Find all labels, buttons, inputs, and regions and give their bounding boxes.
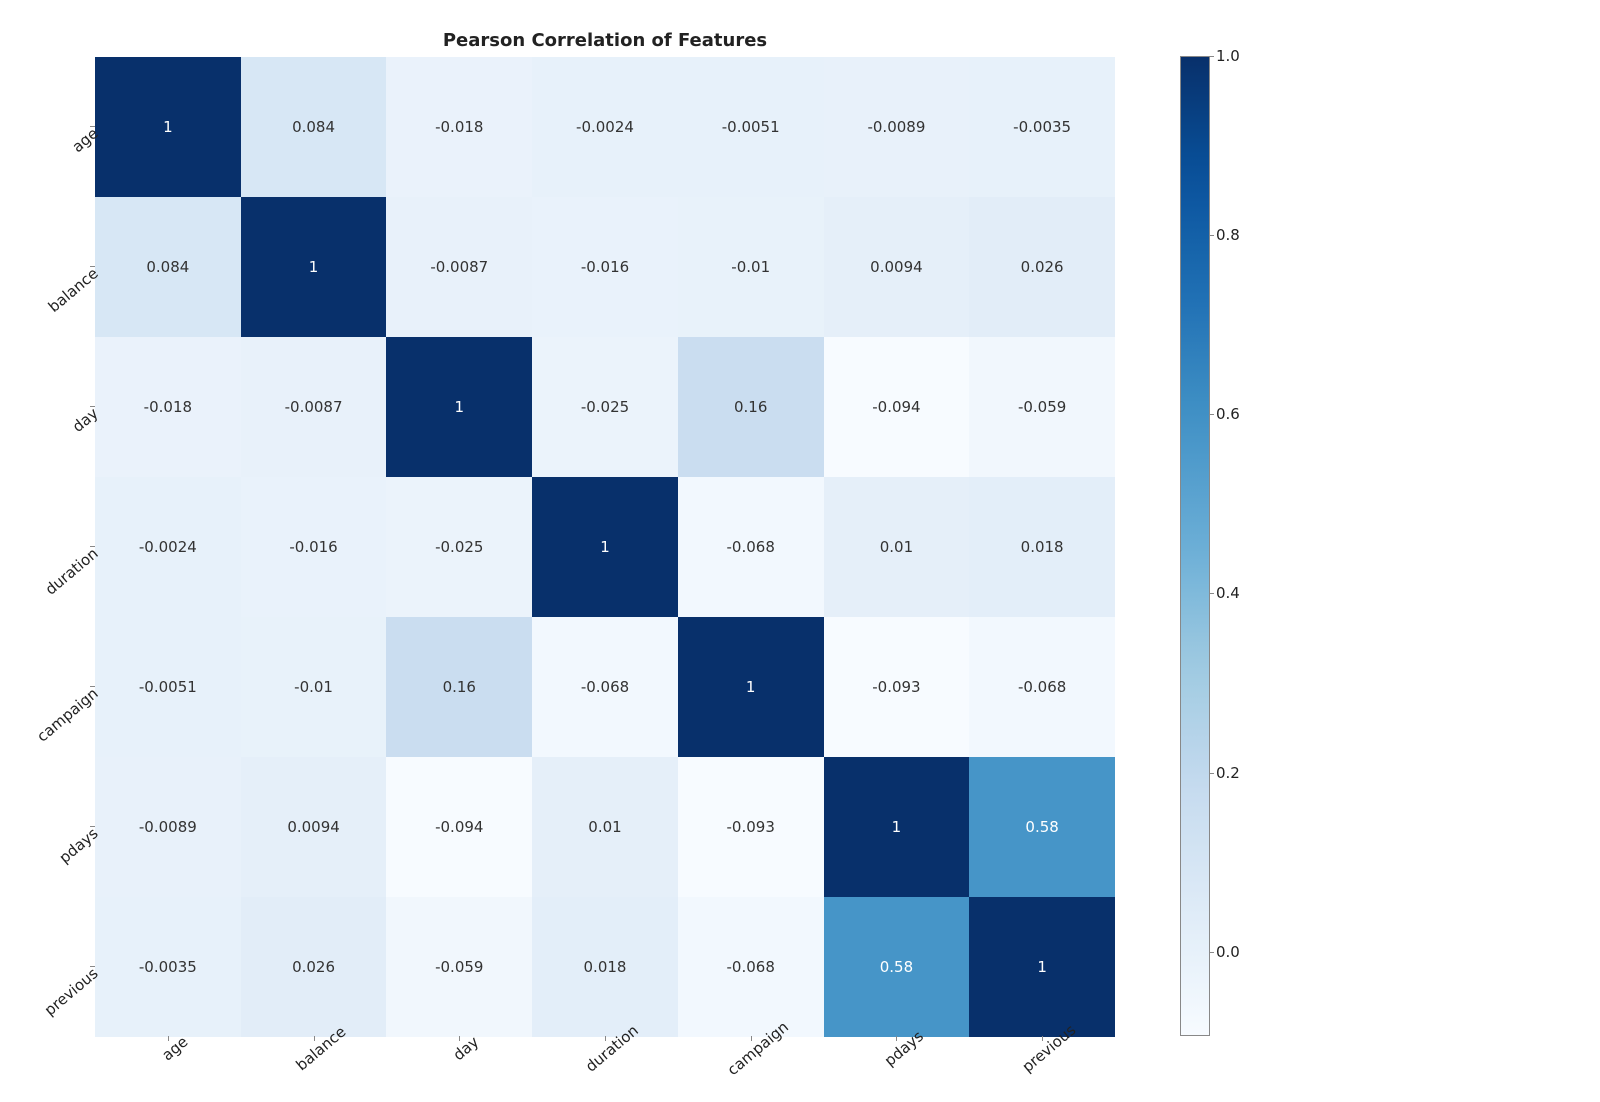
y-tick	[88, 756, 95, 896]
heatmap-cell: -0.068	[532, 617, 678, 757]
heatmap-cell: 0.58	[969, 757, 1115, 897]
heatmap-cell: -0.0035	[969, 57, 1115, 197]
x-tick	[95, 1036, 241, 1041]
heatmap-cell: -0.094	[824, 337, 970, 477]
x-tick	[241, 1036, 387, 1041]
heatmap-cell: -0.01	[678, 197, 824, 337]
heatmap-cell: -0.016	[532, 197, 678, 337]
heatmap-cell: -0.0089	[824, 57, 970, 197]
y-tick	[88, 196, 95, 336]
colorbar-tick-label: 0.4	[1216, 584, 1240, 602]
heatmap-cell: -0.0024	[532, 57, 678, 197]
colorbar	[1180, 56, 1210, 1036]
heatmap-cell: -0.068	[969, 617, 1115, 757]
heatmap-cell: 1	[532, 477, 678, 617]
heatmap-cell: -0.01	[241, 617, 387, 757]
x-axis-labels: agebalancedaydurationcampaignpdaysprevio…	[95, 1040, 1115, 1060]
chart-title: Pearson Correlation of Features	[95, 30, 1115, 51]
x-axis-ticks	[95, 1036, 1115, 1041]
colorbar-tick-label: 0.6	[1216, 405, 1240, 423]
colorbar-tick-label: 1.0	[1216, 47, 1240, 65]
x-tick	[824, 1036, 970, 1041]
heatmap-grid: 10.084-0.018-0.0024-0.0051-0.0089-0.0035…	[95, 57, 1115, 1037]
heatmap-cell: 1	[241, 197, 387, 337]
heatmap-cell: 0.16	[386, 617, 532, 757]
heatmap-cell: 0.01	[532, 757, 678, 897]
heatmap-cell: -0.094	[386, 757, 532, 897]
x-tick	[532, 1036, 678, 1041]
colorbar-ticks: 0.00.20.40.60.81.0	[1216, 56, 1276, 1036]
heatmap-cell: -0.016	[241, 477, 387, 617]
x-tick	[969, 1036, 1115, 1041]
x-tick	[678, 1036, 824, 1041]
heatmap-chart: Pearson Correlation of Features 10.084-0…	[95, 30, 1115, 1037]
heatmap-cell: 1	[386, 337, 532, 477]
heatmap-cell: 0.0094	[824, 197, 970, 337]
y-axis-ticks	[88, 56, 95, 1036]
y-tick	[88, 476, 95, 616]
colorbar-tick-label: 0.8	[1216, 226, 1240, 244]
y-tick	[88, 616, 95, 756]
heatmap-cell: -0.018	[386, 57, 532, 197]
heatmap-cell: 0.026	[969, 197, 1115, 337]
heatmap-cell: -0.025	[386, 477, 532, 617]
heatmap-cell: 1	[824, 757, 970, 897]
heatmap-cell: -0.093	[678, 757, 824, 897]
heatmap-cell: 0.084	[241, 57, 387, 197]
colorbar-tick-label: 0.0	[1216, 943, 1240, 961]
y-tick	[88, 56, 95, 196]
x-tick	[386, 1036, 532, 1041]
heatmap-cell: -0.025	[532, 337, 678, 477]
heatmap-cell: -0.0051	[678, 57, 824, 197]
y-axis-labels: agebalancedaydurationcampaignpdaysprevio…	[20, 56, 95, 1036]
heatmap-cell: -0.068	[678, 477, 824, 617]
heatmap-cell: -0.0087	[386, 197, 532, 337]
y-tick	[88, 896, 95, 1036]
y-tick	[88, 336, 95, 476]
heatmap-cell: -0.093	[824, 617, 970, 757]
heatmap-cell: -0.059	[969, 337, 1115, 477]
heatmap-cell: 0.01	[824, 477, 970, 617]
colorbar-tick-label: 0.2	[1216, 764, 1240, 782]
heatmap-cell: 1	[678, 617, 824, 757]
heatmap-cell: 0.018	[969, 477, 1115, 617]
heatmap-cell: -0.0087	[241, 337, 387, 477]
heatmap-cell: 0.0094	[241, 757, 387, 897]
heatmap-cell: 0.16	[678, 337, 824, 477]
